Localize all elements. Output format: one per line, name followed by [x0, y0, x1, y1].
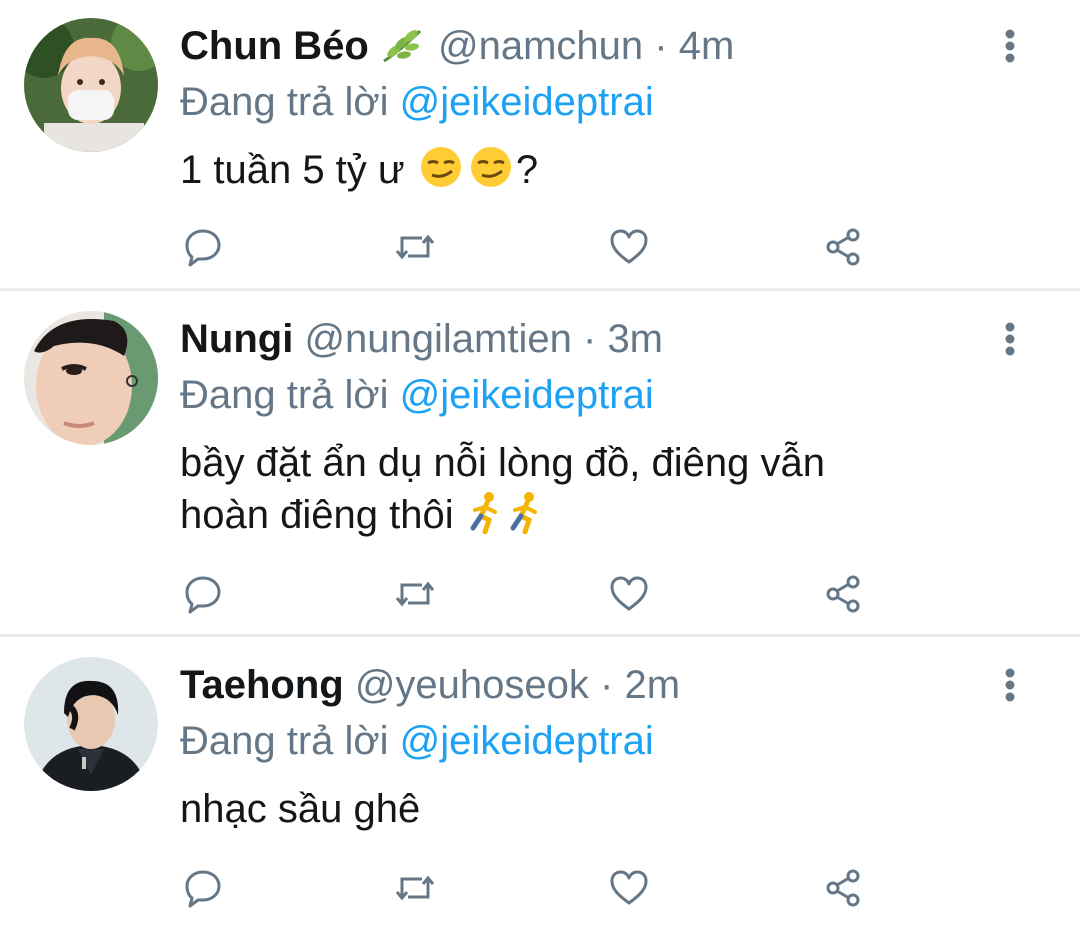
tweet-time[interactable]: 3m — [607, 317, 663, 361]
like-button[interactable] — [604, 569, 654, 619]
tweet-item[interactable]: Nungi @nungilamtien · 3m Đang trả lời @j… — [0, 291, 1080, 635]
display-name[interactable]: Chun Béo — [180, 24, 369, 68]
reply-icon — [185, 576, 221, 614]
like-icon — [610, 576, 648, 611]
retweet-icon — [395, 234, 435, 260]
share-button[interactable] — [818, 222, 868, 272]
like-button[interactable] — [604, 863, 654, 913]
smirking-face-icon — [466, 145, 516, 202]
user-handle[interactable]: @namchun — [438, 24, 643, 68]
tweet-actions — [0, 863, 1080, 913]
share-icon — [826, 228, 860, 266]
share-icon — [826, 869, 860, 907]
separator-dot: · — [582, 317, 597, 361]
reply-context: Đang trả lời @jeikeideptrai — [180, 371, 654, 419]
reply-button[interactable] — [178, 863, 228, 913]
retweet-button[interactable] — [390, 222, 440, 272]
more-vertical-icon — [1005, 668, 1015, 702]
reply-icon — [185, 229, 221, 267]
tweet-text: 1 tuần 5 tỷ ư ? — [180, 144, 1040, 202]
display-name[interactable]: Taehong — [180, 663, 344, 707]
avatar-image — [24, 18, 158, 152]
smirking-face-icon — [416, 145, 466, 202]
share-icon — [826, 575, 860, 613]
more-options-button[interactable] — [990, 661, 1030, 709]
user-handle[interactable]: @yeuhoseok — [355, 663, 589, 707]
tweet-text-line-2: hoàn điêng thôi — [180, 489, 1040, 547]
tweet-time[interactable]: 2m — [625, 663, 681, 707]
retweet-button[interactable] — [390, 863, 440, 913]
tweet-text: bầy đặt ẩn dụ nỗi lòng đồ, điêng vẫn hoà… — [180, 437, 1040, 547]
tweet-text-line: bầy đặt ẩn dụ nỗi lòng đồ, điêng vẫn — [180, 441, 825, 485]
reply-prefix: Đang trả lời — [180, 373, 389, 417]
avatar[interactable] — [24, 657, 158, 791]
tweet-item[interactable]: Chun Béo @namchun · 4m Đang trả lời @jei… — [0, 0, 1080, 290]
separator-dot: · — [654, 24, 668, 68]
tweet-actions — [0, 222, 1080, 272]
tweet-header: Chun Béo @namchun · 4m — [180, 22, 734, 71]
reply-mention-link[interactable]: @jeikeideptrai — [400, 80, 654, 124]
reply-prefix: Đang trả lời — [180, 80, 389, 124]
reply-button[interactable] — [178, 569, 228, 619]
reply-icon — [185, 870, 221, 908]
retweet-icon — [395, 581, 435, 607]
tweet-text-suffix: ? — [515, 148, 539, 192]
more-options-button[interactable] — [990, 315, 1030, 363]
like-icon — [610, 229, 648, 264]
reply-mention-link[interactable]: @jeikeideptrai — [400, 373, 654, 417]
tweet-text-content: 1 tuần 5 tỷ ư — [180, 148, 405, 192]
more-options-button[interactable] — [990, 22, 1030, 70]
tweet-text: nhạc sầu ghê — [180, 783, 1040, 835]
share-button[interactable] — [818, 863, 868, 913]
separator-dot: · — [600, 663, 614, 707]
leaf-icon — [380, 26, 438, 67]
retweet-button[interactable] — [390, 569, 440, 619]
display-name[interactable]: Nungi — [180, 317, 293, 361]
tweet-feed: Chun Béo @namchun · 4m Đang trả lời @jei… — [0, 0, 1080, 936]
share-button[interactable] — [818, 569, 868, 619]
like-icon — [610, 870, 648, 905]
reply-prefix: Đang trả lời — [180, 719, 389, 763]
avatar-image — [24, 311, 158, 445]
avatar[interactable] — [24, 311, 158, 445]
running-person-icon — [505, 490, 545, 547]
avatar-image — [24, 657, 158, 791]
running-person-icon — [465, 490, 505, 547]
tweet-item[interactable]: Taehong @yeuhoseok · 2m Đang trả lời @je… — [0, 637, 1080, 936]
user-handle[interactable]: @nungilamtien — [304, 317, 571, 361]
reply-button[interactable] — [178, 222, 228, 272]
tweet-text-content: nhạc sầu ghê — [180, 787, 421, 831]
tweet-text-content: hoàn điêng thôi — [180, 493, 454, 537]
like-button[interactable] — [604, 222, 654, 272]
avatar[interactable] — [24, 18, 158, 152]
reply-mention-link[interactable]: @jeikeideptrai — [400, 719, 654, 763]
tweet-header: Nungi @nungilamtien · 3m — [180, 315, 663, 363]
tweet-time[interactable]: 4m — [679, 24, 735, 68]
tweet-header: Taehong @yeuhoseok · 2m — [180, 661, 680, 709]
tweet-actions — [0, 569, 1080, 619]
more-vertical-icon — [1005, 322, 1015, 356]
reply-context: Đang trả lời @jeikeideptrai — [180, 717, 654, 765]
retweet-icon — [395, 875, 435, 901]
more-vertical-icon — [1005, 29, 1015, 63]
reply-context: Đang trả lời @jeikeideptrai — [180, 78, 654, 126]
